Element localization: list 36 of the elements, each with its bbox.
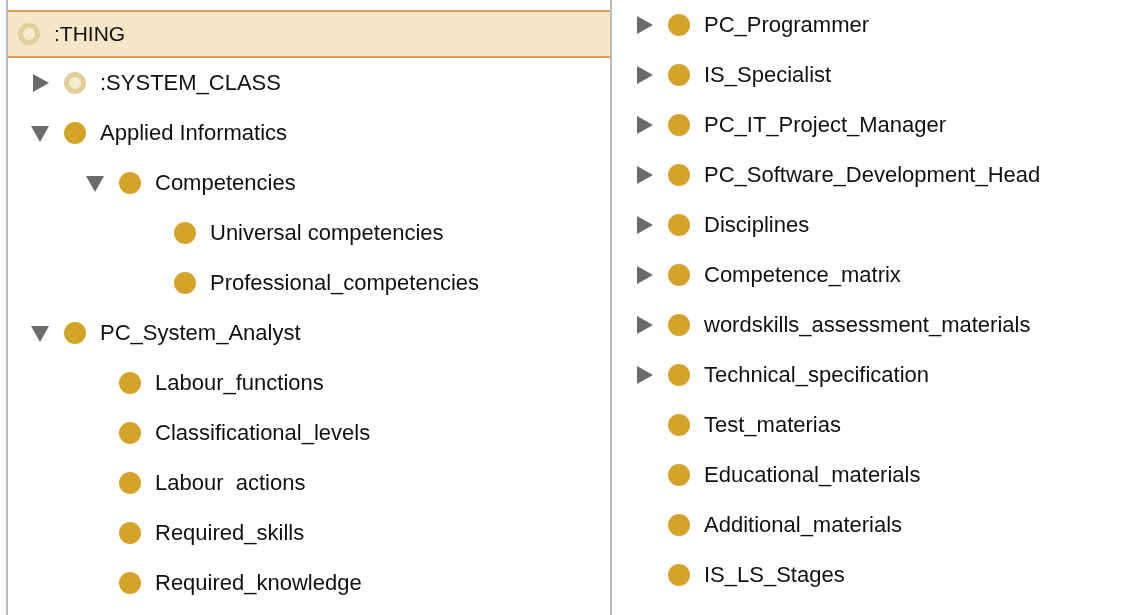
expand-arrow-icon[interactable] (634, 215, 654, 235)
expand-arrow-icon[interactable] (30, 73, 50, 93)
tree-item[interactable]: Technical_specification (612, 350, 1145, 400)
tree-item[interactable]: Labour_functions (8, 358, 610, 408)
collapse-arrow-icon[interactable] (30, 323, 50, 343)
expand-arrow-icon[interactable] (634, 65, 654, 85)
tree-item[interactable]: Competence_matrix (612, 250, 1145, 300)
tree-item[interactable]: IS_Specialist (612, 50, 1145, 100)
tree-item[interactable]: Required_skills (8, 508, 610, 558)
expand-arrow-icon[interactable] (634, 265, 654, 285)
tree-item[interactable]: Educational_materials (612, 450, 1145, 500)
tree-item[interactable]: Classificational_levels (8, 408, 610, 458)
tree-item[interactable]: PC_IT_Project_Manager (612, 100, 1145, 150)
tree-item[interactable]: :THING (8, 10, 610, 58)
tree-item[interactable]: IS_LS_Stages (612, 550, 1145, 600)
tree-item[interactable]: Required_knowledge (8, 558, 610, 608)
tree-item[interactable]: Test_materias (612, 400, 1145, 450)
collapse-arrow-icon[interactable] (30, 123, 50, 143)
tree-item[interactable]: Disciplines (612, 200, 1145, 250)
tree-item[interactable]: Applied Informatics (8, 108, 610, 158)
expand-arrow-icon[interactable] (634, 365, 654, 385)
tree-item[interactable]: Additional_materials (612, 500, 1145, 550)
tree-item[interactable]: PC_Programmer (612, 0, 1145, 50)
tree-item[interactable]: wordskills_assessment_materials (612, 300, 1145, 350)
tree-item[interactable]: Universal competencies (8, 208, 610, 258)
tree-item[interactable]: :SYSTEM_CLASS (8, 58, 610, 108)
collapse-arrow-icon[interactable] (85, 173, 105, 193)
tree-item[interactable]: PC_System_Analyst (8, 308, 610, 358)
tree-item[interactable]: Labour actions (8, 458, 610, 508)
tree-item[interactable]: Competencies (8, 158, 610, 208)
expand-arrow-icon[interactable] (634, 165, 654, 185)
tree-item[interactable]: Professional_competencies (8, 258, 610, 308)
expand-arrow-icon[interactable] (634, 115, 654, 135)
expand-arrow-icon[interactable] (634, 15, 654, 35)
expand-arrow-icon[interactable] (634, 315, 654, 335)
tree-item[interactable]: PC_Software_Development_Head (612, 150, 1145, 200)
